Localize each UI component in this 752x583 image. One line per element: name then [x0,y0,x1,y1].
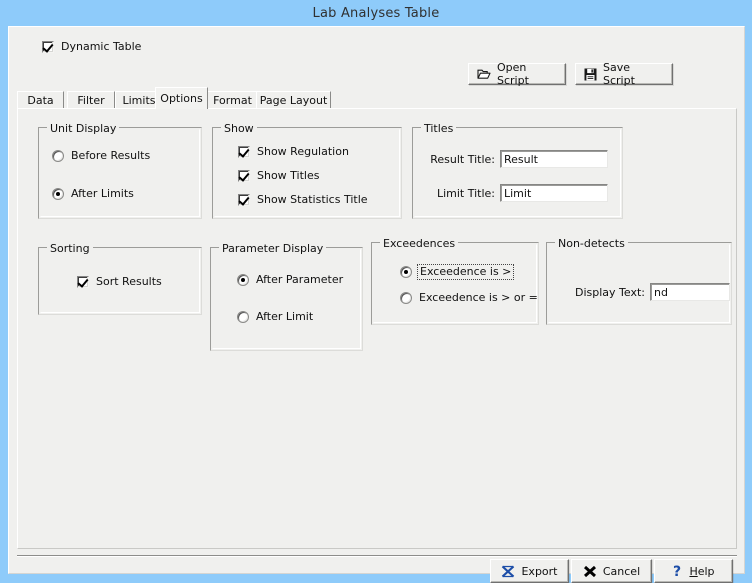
non-detects-group: Non-detects Display Text: [546,237,732,325]
radio-label: Exceedence is > [417,264,515,280]
cancel-label: Cancel [602,564,641,578]
checkbox-label: Show Regulation [257,145,349,158]
sorting-title: Sorting [47,242,93,255]
result-title-label: Result Title: [430,152,495,166]
limit-title-label: Limit Title: [436,186,495,200]
checkbox-label: Sort Results [96,275,162,288]
open-script-label: Open Script [497,61,529,87]
radio-label: Exceedence is > or = [419,291,538,304]
result-title-input[interactable] [500,150,608,168]
limit-title-input[interactable] [500,184,608,202]
radio-circle-icon [237,273,249,286]
save-script-label: Save Script [603,61,635,87]
tab-data[interactable]: Data [17,91,64,109]
checkbox-box-icon [42,40,54,53]
checkbox-box-icon [238,145,250,158]
checkbox-box-icon [238,193,250,206]
unit-display-title: Unit Display [47,122,120,135]
checkbox-show-regulation[interactable]: Show Regulation [238,145,349,158]
radio-after-parameter[interactable]: After Parameter [237,273,343,286]
exceedences-group: Exceedences Exceedence is > Exceedence i… [371,237,539,325]
svg-text:?: ? [673,564,681,578]
export-label: Export [521,564,558,578]
radio-circle-icon [52,149,64,162]
title-bar: Lab Analyses Table [0,0,752,26]
parameter-display-group: Parameter Display After Parameter After … [210,242,363,351]
tab-label: Filter [77,94,105,107]
cancel-button[interactable]: Cancel [571,559,652,583]
tab-filter[interactable]: Filter [67,91,115,109]
non-detects-title: Non-detects [555,237,628,250]
tab-format[interactable]: Format [207,91,258,109]
result-title-field-row: Result Title: [425,150,608,168]
exceedences-title: Exceedences [380,237,459,250]
open-folder-icon [477,68,491,80]
radio-before-results[interactable]: Before Results [52,149,150,162]
floppy-disk-icon [584,68,597,81]
close-x-icon [583,565,597,578]
display-text-input[interactable] [650,283,730,301]
titles-title: Titles [421,122,457,135]
help-label-mnemonic: H [689,564,698,578]
tab-page-layout[interactable]: Page Layout [256,91,331,109]
radio-circle-icon [400,266,412,278]
tab-label: Options [160,92,203,105]
checkbox-show-statistics-title[interactable]: Show Statistics Title [238,193,368,206]
titles-group: Titles Result Title: Limit Title: [412,122,623,219]
radio-circle-icon [52,187,64,200]
radio-exceedence-gt[interactable]: Exceedence is > [400,264,515,280]
radio-label: After Limit [256,310,314,323]
checkbox-show-titles[interactable]: Show Titles [238,169,319,182]
radio-after-limit[interactable]: After Limit [237,310,313,323]
radio-exceedence-gte[interactable]: Exceedence is > or = [400,291,538,304]
radio-label: After Limits [71,187,134,200]
checkbox-box-icon [77,275,89,288]
application-window: Lab Analyses Table Dynamic Table Open Sc… [0,0,752,583]
parameter-display-title: Parameter Display [219,242,327,255]
options-tab-panel: Unit Display Before Results After Limits… [17,108,737,549]
sorting-group: Sorting Sort Results [38,242,202,315]
tab-label: Limits [122,94,156,107]
checkbox-label: Show Titles [257,169,320,182]
unit-display-group: Unit Display Before Results After Limits [38,122,202,219]
tab-options[interactable]: Options [155,87,208,109]
help-button[interactable]: ? Help [654,559,733,583]
radio-label: Before Results [71,149,151,162]
dynamic-table-checkbox[interactable]: Dynamic Table [42,40,141,53]
tab-label: Data [27,94,54,107]
limit-title-field-row: Limit Title: [425,184,608,202]
save-script-button[interactable]: Save Script [575,61,673,87]
open-script-button[interactable]: Open Script [468,61,566,87]
show-group: Show Show Regulation Show Titles Show St… [212,122,402,219]
window-body: Dynamic Table Open Script Save Script Da… [8,26,745,583]
footer-separator [17,555,737,557]
display-text-field-row: Display Text: [562,283,730,301]
checkbox-sort-results[interactable]: Sort Results [77,275,162,288]
radio-after-limits[interactable]: After Limits [52,187,134,200]
window-title: Lab Analyses Table [312,5,440,21]
checkbox-box-icon [238,169,250,182]
radio-circle-icon [237,310,249,323]
display-text-label: Display Text: [575,285,645,299]
dynamic-table-label: Dynamic Table [61,40,142,53]
export-button[interactable]: Export [490,559,569,583]
radio-label: After Parameter [256,273,344,286]
help-label: Help [689,565,714,578]
export-excel-icon [501,565,515,578]
tab-label: Format [213,94,252,107]
question-mark-icon: ? [672,564,683,580]
help-label-rest: elp [697,564,715,578]
tab-strip: Data Filter Limits Options Format Page L… [17,87,737,109]
tab-label: Page Layout [259,94,328,107]
show-title: Show [221,122,257,135]
checkbox-label: Show Statistics Title [257,193,368,206]
radio-circle-icon [400,291,412,304]
